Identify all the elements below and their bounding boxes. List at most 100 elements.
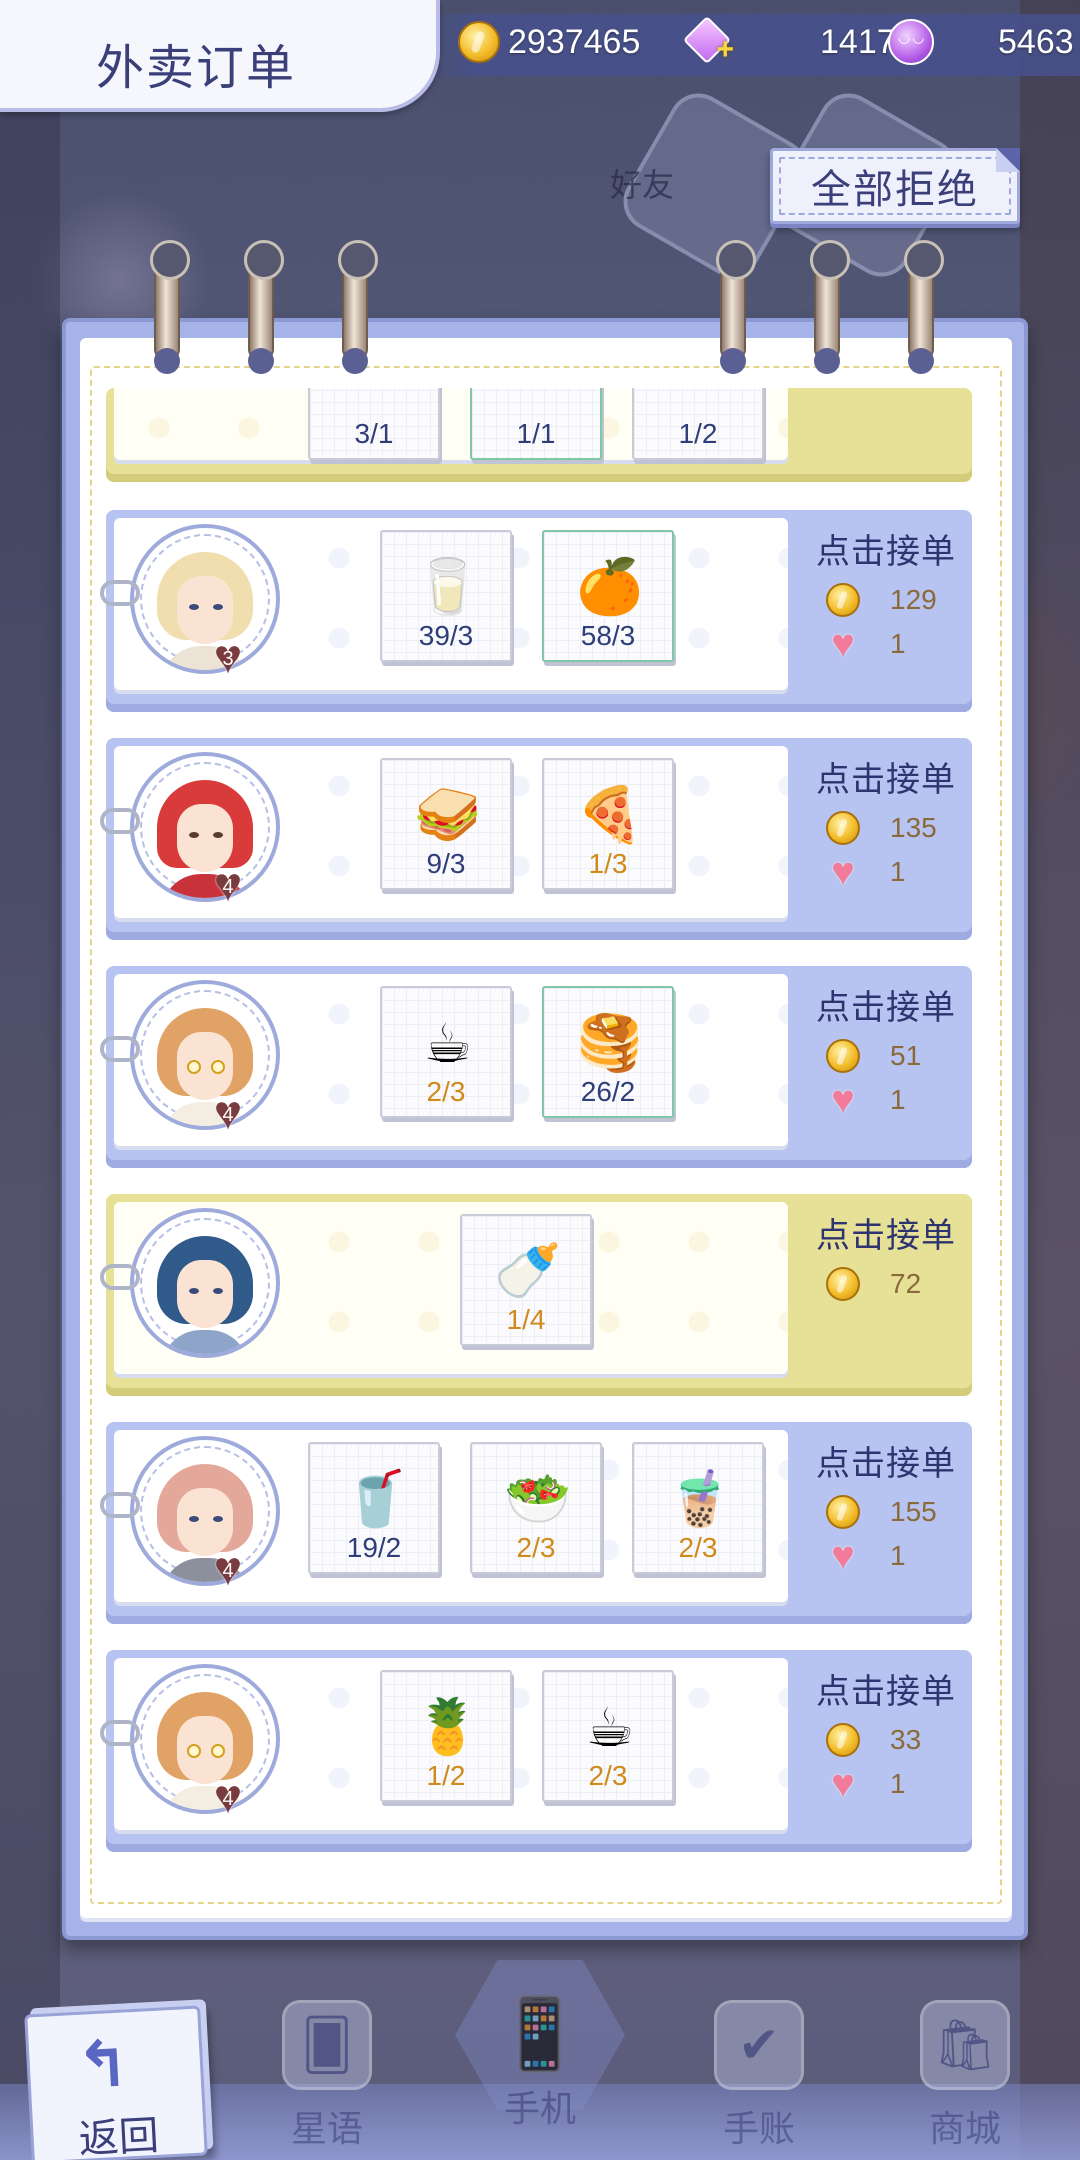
accept-order-button[interactable]: 点击接单 72: [806, 1208, 966, 1378]
nav-item-phone[interactable]: 📱 手机: [455, 1960, 625, 2140]
gold-coin-icon: [826, 811, 860, 845]
accept-label: 点击接单: [816, 1673, 956, 1711]
customer-avatar: [130, 524, 280, 674]
order-card[interactable]: 4 🍍 1/2 ☕ 2/3 点击接单 33 ♥ 1: [100, 1650, 972, 1852]
reject-all-button[interactable]: 全部拒绝: [770, 148, 1020, 224]
orange-dessert-icon: 🍊: [576, 556, 644, 617]
order-item: ☕ 2/3: [542, 1670, 674, 1802]
binder-ring: [716, 240, 756, 374]
order-item: 🍕 1/3: [542, 758, 674, 890]
gold-coin-icon: [458, 21, 500, 63]
customer-avatar: [130, 1436, 280, 1586]
crystal-amount: 1417: [820, 22, 896, 61]
accept-order-button[interactable]: 点击接单 155 ♥ 1: [806, 1436, 966, 1606]
customer-avatar: [130, 980, 280, 1130]
accept-label: 点击接单: [816, 989, 956, 1027]
order-card[interactable]: 3 🥛 39/3 🍊 58/3 点击接单 129 ♥ 1: [100, 510, 972, 712]
heart-icon: ♥: [831, 1534, 855, 1578]
order-item: 🧋 2/3: [632, 1442, 764, 1574]
order-card-partial[interactable]: 3/1 1/1 1/2: [106, 388, 972, 482]
paper-clip: [100, 580, 140, 606]
crystal-plus-icon: +: [684, 19, 734, 66]
order-item: 🥞 26/2: [542, 986, 674, 1118]
nav-item-journal[interactable]: ✔ 手账: [694, 2000, 824, 2150]
accept-order-button[interactable]: 点击接单 129 ♥ 1: [806, 524, 966, 694]
paper-clip: [100, 1264, 140, 1290]
reward-coins: 135: [890, 812, 937, 843]
item-count: 58/3: [580, 620, 636, 651]
reward-hearts: 1: [890, 1540, 906, 1571]
reward-coins: 72: [890, 1268, 922, 1299]
reward-coins: 129: [890, 584, 937, 615]
item-count: 1/4: [506, 1304, 546, 1335]
item-count: 2/3: [588, 1760, 628, 1791]
customer-avatar: [130, 1664, 280, 1814]
accept-label: 点击接单: [816, 1217, 956, 1255]
order-item: 3/1: [308, 388, 440, 460]
paper-clip: [100, 1720, 140, 1746]
back-button[interactable]: ↰ 返回: [24, 2005, 208, 2160]
gold-coin-icon: [826, 1723, 860, 1757]
nav-item-xingyu[interactable]: 🂠 星语: [262, 2000, 392, 2150]
order-card[interactable]: 4 🥤 19/2 🥗 2/3 🧋 2/3 点击接单 155 ♥ 1: [100, 1422, 972, 1624]
paper-clip: [100, 1492, 140, 1518]
heart-icon: ♥: [831, 1078, 855, 1122]
accept-label: 点击接单: [816, 761, 956, 799]
title-plate: 外卖订单: [0, 0, 440, 112]
customer-avatar: [130, 1208, 280, 1358]
gold-coin-icon: [826, 583, 860, 617]
order-item: 🥤 19/2: [308, 1442, 440, 1574]
item-count: 1/2: [426, 1760, 466, 1791]
order-item: 🍊 58/3: [542, 530, 674, 662]
order-item: ☕ 2/3: [380, 986, 512, 1118]
order-card[interactable]: 4 🥪 9/3 🍕 1/3 点击接单 135 ♥ 1: [100, 738, 972, 940]
binder-ring: [810, 240, 850, 374]
heart-icon: ♥: [831, 850, 855, 894]
paper-clip: [100, 808, 140, 834]
order-card[interactable]: 🍼 1/4 点击接单 72: [100, 1194, 972, 1396]
friends-bg-label: 好友: [610, 167, 675, 203]
binder-ring: [244, 240, 284, 374]
paper-clip: [100, 1036, 140, 1062]
item-count: 39/3: [418, 620, 474, 651]
order-item: 🥪 9/3: [380, 758, 512, 890]
accept-label: 点击接单: [816, 533, 956, 571]
heart-icon: ♥: [831, 1762, 855, 1806]
back-label: 返回: [77, 2113, 160, 2160]
card-icon: 🂠: [282, 2000, 372, 2090]
reward-hearts: 1: [890, 1084, 906, 1115]
order-card[interactable]: 4 ☕ 2/3 🥞 26/2 点击接单 51 ♥ 1: [100, 966, 972, 1168]
moon-gem-amount: 5463: [998, 22, 1074, 61]
gold-coin-icon: [826, 1267, 860, 1301]
order-item: 🥛 39/3: [380, 530, 512, 662]
shop-bag-icon: 🛍: [920, 2000, 1010, 2090]
customer-avatar: [130, 752, 280, 902]
item-count: 2/3: [516, 1532, 556, 1563]
coffee-cup-icon: ☕: [585, 1697, 635, 1758]
item-count: 1/3: [588, 848, 628, 879]
accept-order-button[interactable]: 点击接单 135 ♥ 1: [806, 752, 966, 922]
binder-ring: [904, 240, 944, 374]
order-item: 🍍 1/2: [380, 1670, 512, 1802]
heart-icon: ♥: [831, 622, 855, 666]
item-count: 26/2: [580, 1076, 636, 1107]
order-item: 🥗 2/3: [470, 1442, 602, 1574]
crystal-currency[interactable]: + 1417: [684, 14, 896, 70]
pizza-slice-icon: 🍕: [576, 784, 644, 845]
accept-order-button[interactable]: 点击接单 33 ♥ 1: [806, 1664, 966, 1834]
affinity-heart-badge: 3: [206, 638, 250, 678]
accept-order-button[interactable]: 点击接单 51 ♥ 1: [806, 980, 966, 1150]
gold-coin-icon: [826, 1495, 860, 1529]
reward-coins: 51: [890, 1040, 922, 1071]
order-item: 1/2: [632, 388, 764, 460]
water-glass-icon: 🥤: [342, 1468, 410, 1529]
reward-hearts: 1: [890, 856, 906, 887]
affinity-heart-badge: 4: [206, 1778, 250, 1818]
moon-gem-currency[interactable]: 5463: [888, 14, 1074, 70]
item-count: 9/3: [426, 848, 466, 879]
order-item: 🍼 1/4: [460, 1214, 592, 1346]
nav-item-shop[interactable]: 🛍 商城: [900, 2000, 1030, 2150]
affinity-heart-badge: 4: [206, 1094, 250, 1134]
gold-currency[interactable]: 2937465: [458, 14, 640, 70]
iced-drink-icon: 🧋: [666, 1468, 734, 1529]
